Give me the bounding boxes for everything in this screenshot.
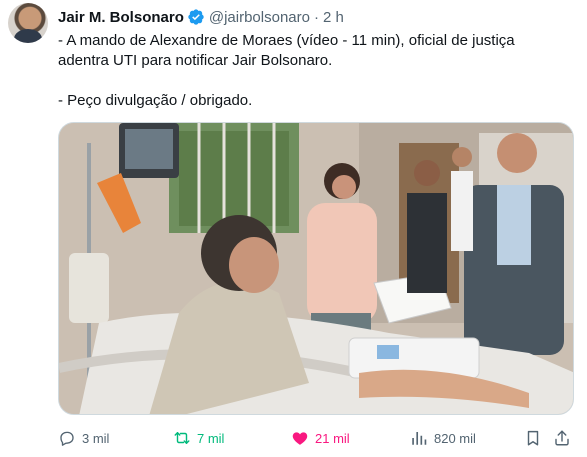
timestamp[interactable]: 2 h [323,9,344,26]
tweet-text-line: - Peço divulgação / obrigado. [58,92,253,109]
reply-count: 3 mil [82,430,110,446]
separator-dot: · [313,8,319,26]
author-handle[interactable]: @jairbolsonaro [209,9,310,26]
verified-badge-icon [188,9,204,25]
like-button[interactable]: 21 mil [291,427,350,449]
heart-icon [292,432,308,445]
tweet[interactable]: Jair M. Bolsonaro @jairbolsonaro · 2 h -… [0,0,587,457]
like-count: 21 mil [315,430,350,446]
action-bar: 3 mil 7 mil 21 mil 820 mil [58,427,574,449]
views-button[interactable]: 820 mil [410,427,476,449]
avatar[interactable] [8,3,48,43]
share-icon [555,430,569,446]
share-button[interactable] [553,427,571,449]
tweet-text-line: adentra UTI para notificar Jair Bolsonar… [58,52,333,69]
bookmark-button[interactable] [524,427,542,449]
views-icon [412,432,427,445]
tweet-text: - A mando de Alexandre de Moraes (vídeo … [58,31,570,111]
video-thumbnail[interactable] [58,122,574,415]
tweet-text-line: - A mando de Alexandre de Moraes (vídeo … [58,32,515,49]
reply-button[interactable]: 3 mil [58,427,109,449]
retweet-icon [174,432,190,444]
views-count: 820 mil [434,430,476,446]
bookmark-icon [527,430,539,446]
reply-icon [60,431,74,446]
retweet-button[interactable]: 7 mil [173,427,224,449]
author-name[interactable]: Jair M. Bolsonaro [58,9,184,26]
tweet-header: Jair M. Bolsonaro @jairbolsonaro · 2 h [58,7,344,27]
video-scene-illustration [59,123,573,414]
retweet-count: 7 mil [197,430,225,446]
